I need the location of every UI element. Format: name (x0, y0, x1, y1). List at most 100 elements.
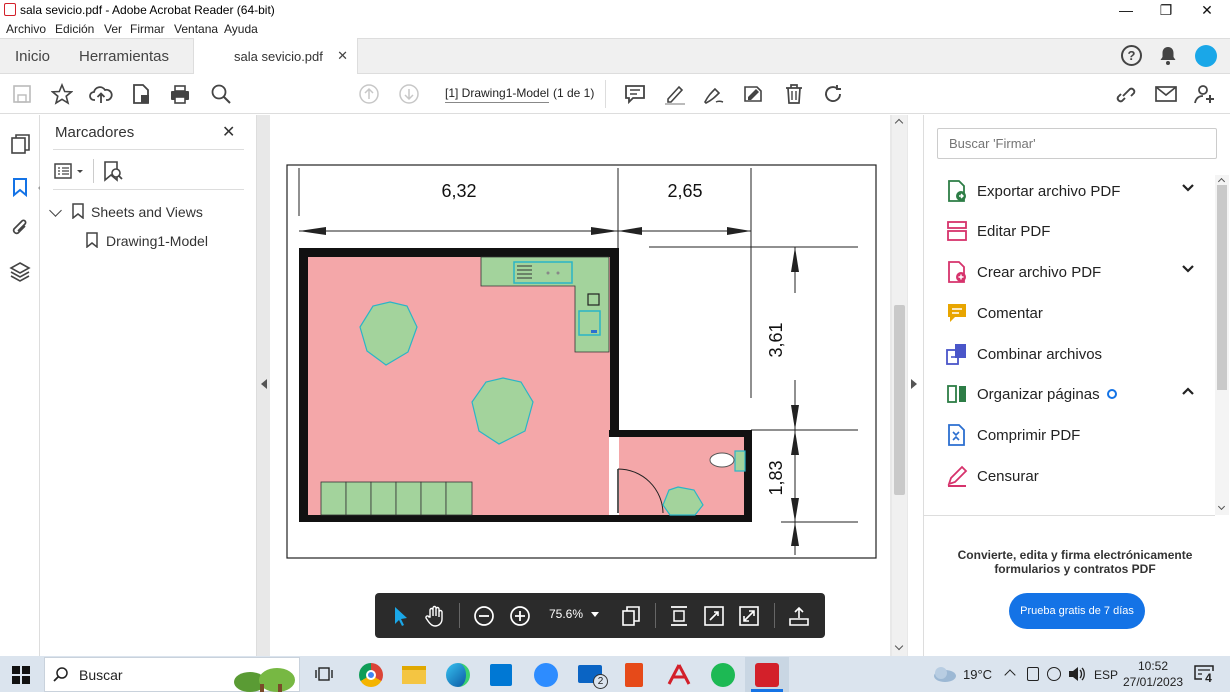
page-up-icon[interactable] (355, 80, 383, 108)
close-tab-icon[interactable]: ✕ (337, 48, 348, 64)
bookmarks-panel (40, 115, 257, 656)
weather-temp[interactable]: 19°C (963, 667, 992, 682)
tool-create-pdf[interactable]: Crear archivo PDF (945, 253, 1205, 291)
bookmark-item-sheets[interactable]: Sheets and Views (91, 204, 203, 220)
bookmark-options-icon[interactable] (54, 162, 86, 180)
office-icon[interactable] (625, 663, 643, 687)
highlight-icon[interactable] (661, 80, 689, 108)
menu-ayuda[interactable]: Ayuda (224, 22, 258, 36)
clock-date[interactable]: 27/01/2023 (1123, 675, 1183, 689)
tool-redact[interactable]: Censurar (945, 457, 1205, 495)
fit-page-icon[interactable] (616, 601, 646, 631)
zoom-out-icon[interactable] (469, 601, 499, 631)
collapse-left-icon[interactable] (261, 379, 267, 389)
fit-width-icon[interactable] (664, 601, 694, 631)
menu-archivo[interactable]: Archivo (6, 22, 46, 36)
tool-compress[interactable]: Comprimir PDF (945, 416, 1205, 454)
chevron-down-icon[interactable] (1181, 264, 1195, 274)
avatar[interactable] (1195, 45, 1217, 67)
pdf-page: 6,32 2,65 3,61 1,83 (270, 115, 890, 656)
tool-export-pdf[interactable]: Exportar archivo PDF (945, 172, 1205, 210)
help-icon[interactable]: ? (1121, 45, 1142, 66)
menu-ver[interactable]: Ver (104, 22, 122, 36)
export-pdf-icon (948, 180, 966, 202)
zoom-dropdown-icon[interactable] (591, 612, 599, 617)
menu-firmar[interactable]: Firmar (130, 22, 165, 36)
hand-tool-icon[interactable] (420, 601, 450, 631)
chrome-icon[interactable] (359, 663, 383, 687)
restore-button[interactable]: ❐ (1146, 0, 1186, 20)
scrollbar-thumb[interactable] (894, 305, 905, 495)
add-user-icon[interactable] (1191, 80, 1219, 108)
tool-organize[interactable]: Organizar páginas (945, 375, 1205, 413)
tool-edit-pdf[interactable]: Editar PDF (945, 212, 1205, 250)
cloud-upload-icon[interactable] (87, 80, 115, 108)
zoom-in-icon[interactable] (505, 601, 535, 631)
page-label[interactable]: [1] Drawing1-Model (445, 86, 550, 103)
free-trial-button[interactable]: Prueba gratis de 7 días (1009, 593, 1145, 629)
edge-icon[interactable] (446, 663, 470, 687)
toolbar-divider (605, 80, 606, 108)
notifications-badge: 4 (1202, 671, 1215, 685)
zoom-value[interactable]: 75.6% (549, 607, 583, 621)
page-down-icon[interactable] (395, 80, 423, 108)
layers-icon[interactable] (9, 260, 31, 282)
attachment-icon[interactable] (10, 217, 30, 239)
task-view-icon[interactable] (314, 665, 334, 683)
tab-document[interactable]: sala sevicio.pdf ✕ (193, 38, 358, 75)
save-icon[interactable] (8, 80, 36, 108)
volume-icon[interactable] (1068, 666, 1086, 682)
draw-icon[interactable] (700, 80, 728, 108)
tray-sync-icon[interactable] (1027, 667, 1039, 681)
read-mode-icon[interactable] (784, 601, 814, 631)
spotify-icon[interactable] (711, 663, 735, 687)
create-file-icon[interactable] (127, 80, 155, 108)
acrobat-task-icon[interactable] (667, 663, 691, 687)
weather-icon (934, 667, 956, 682)
windows-start-icon[interactable] (12, 666, 30, 684)
language-indicator[interactable]: ESP (1094, 668, 1118, 682)
close-panel-icon[interactable]: ✕ (222, 122, 235, 142)
tool-combine[interactable]: Combinar archivos (945, 335, 1205, 373)
select-tool-icon[interactable] (386, 601, 416, 631)
tools-search-input[interactable] (937, 128, 1217, 159)
star-icon[interactable] (48, 80, 76, 108)
close-window-button[interactable]: ✕ (1187, 0, 1227, 20)
file-explorer-icon[interactable] (402, 666, 426, 684)
find-bookmark-icon[interactable] (102, 160, 124, 182)
email-icon[interactable] (1152, 80, 1180, 108)
create-pdf-icon (948, 261, 966, 283)
tool-label: Combinar archivos (977, 345, 1103, 363)
chevron-up-icon[interactable] (1181, 386, 1195, 396)
menu-ventana[interactable]: Ventana (174, 22, 218, 36)
bookmark-item-drawing[interactable]: Drawing1-Model (106, 233, 208, 249)
comment-icon[interactable] (621, 80, 649, 108)
edit-pdf-icon (947, 221, 967, 241)
title-bar: sala sevicio.pdf - Adobe Acrobat Reader … (0, 0, 1230, 20)
rotate-icon[interactable] (819, 80, 847, 108)
pages-icon[interactable] (10, 133, 32, 155)
tray-app-icon[interactable] (1047, 667, 1061, 681)
zoom-app-icon[interactable] (534, 663, 558, 687)
bell-icon[interactable] (1158, 45, 1178, 66)
minimize-button[interactable]: — (1106, 0, 1146, 20)
print-icon[interactable] (166, 80, 194, 108)
share-link-icon[interactable] (1112, 80, 1140, 108)
chevron-down-icon[interactable] (1181, 183, 1195, 193)
sign-icon[interactable] (740, 80, 768, 108)
search-icon[interactable] (207, 80, 235, 108)
menu-edicion[interactable]: Edición (55, 22, 94, 36)
tab-tools[interactable]: Herramientas (79, 38, 169, 74)
tool-comment[interactable]: Comentar (945, 294, 1205, 332)
clock-time[interactable]: 10:52 (1131, 659, 1175, 673)
tab-home[interactable]: Inicio (15, 38, 50, 74)
new-badge-icon (1106, 389, 1117, 399)
bookmark-icon[interactable] (12, 177, 28, 197)
marquee-zoom-icon[interactable] (699, 601, 729, 631)
tools-scrollbar-thumb[interactable] (1217, 185, 1227, 390)
full-screen-icon[interactable] (734, 601, 764, 631)
delete-icon[interactable] (780, 80, 808, 108)
expand-right-icon[interactable] (911, 379, 917, 389)
acrobat-reader-icon[interactable] (755, 663, 779, 687)
store-icon[interactable] (490, 664, 512, 686)
